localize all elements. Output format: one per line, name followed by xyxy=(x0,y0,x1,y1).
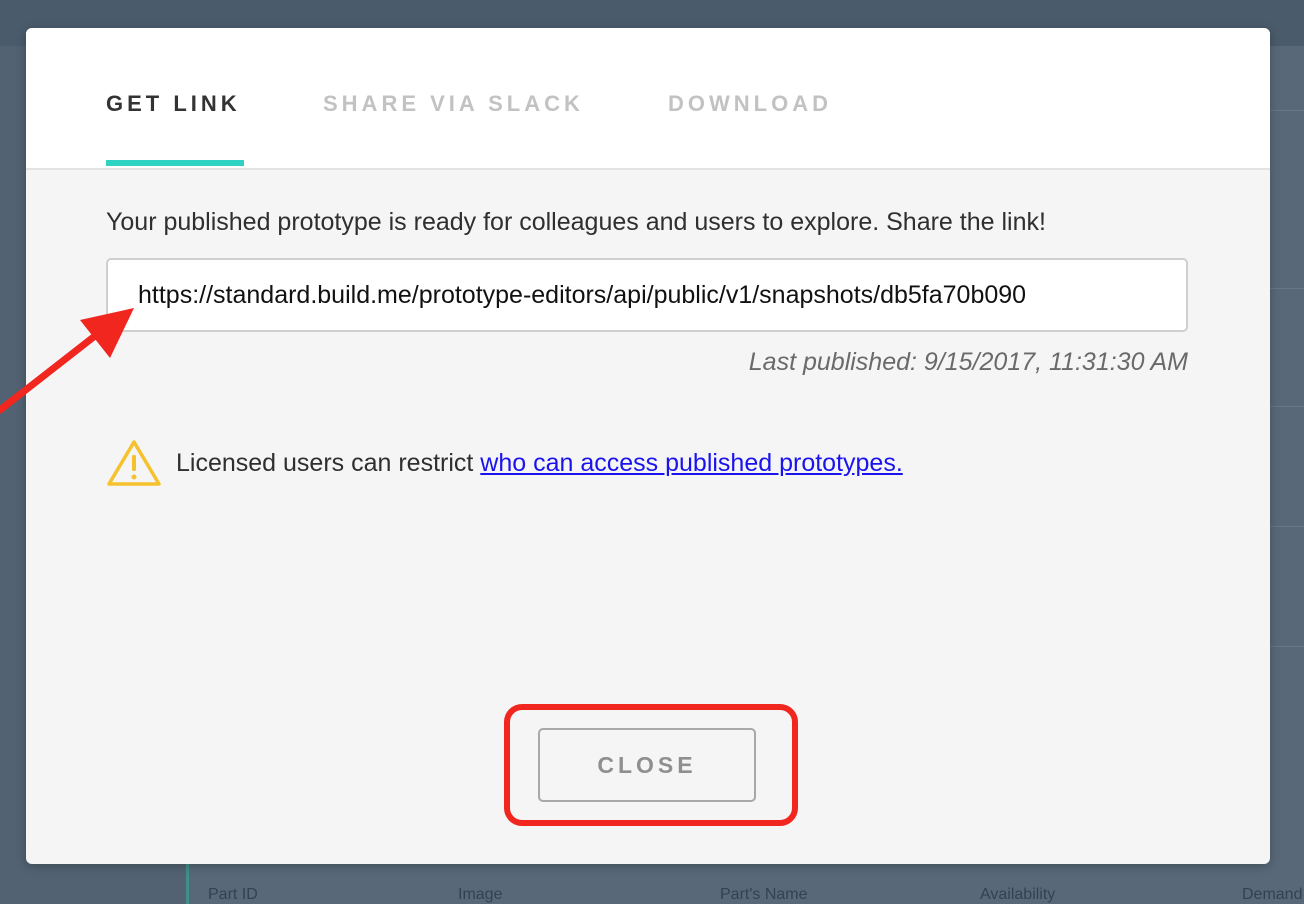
tab-share-via-slack[interactable]: SHARE VIA SLACK xyxy=(323,91,584,117)
share-link-field[interactable]: https://standard.build.me/prototype-edit… xyxy=(106,258,1188,332)
warning-triangle-icon xyxy=(107,440,161,486)
background-column-header: Availability xyxy=(980,886,1056,903)
access-settings-link[interactable]: who can access published prototypes. xyxy=(480,449,902,477)
background-divider xyxy=(1270,110,1304,111)
background-column-header: Demand xyxy=(1242,886,1303,903)
background-table-header: Part ID Image Part's Name Availability D… xyxy=(208,886,1304,904)
last-published-timestamp: Last published: 9/15/2017, 11:31:30 AM xyxy=(748,348,1188,376)
background-column-header: Image xyxy=(458,886,503,903)
background-divider xyxy=(1270,406,1304,407)
background-divider xyxy=(1270,646,1304,647)
background-divider xyxy=(1270,288,1304,289)
background-column-header: Part's Name xyxy=(720,886,808,903)
modal-tab-bar: GET LINK SHARE VIA SLACK DOWNLOAD xyxy=(26,28,1270,170)
active-tab-indicator xyxy=(106,160,244,166)
close-button[interactable]: CLOSE xyxy=(538,728,756,802)
background-column-header: Part ID xyxy=(208,886,258,903)
background-divider xyxy=(1270,526,1304,527)
share-prototype-modal: GET LINK SHARE VIA SLACK DOWNLOAD Your p… xyxy=(26,28,1270,864)
license-warning-label: Licensed users can restrict xyxy=(176,448,481,477)
tab-get-link[interactable]: GET LINK xyxy=(106,91,241,117)
license-warning-text: Licensed users can restrict who can acce… xyxy=(176,449,903,478)
tab-download[interactable]: DOWNLOAD xyxy=(668,91,832,117)
share-instructions: Your published prototype is ready for co… xyxy=(106,208,1046,236)
license-warning: Licensed users can restrict who can acce… xyxy=(106,438,903,488)
